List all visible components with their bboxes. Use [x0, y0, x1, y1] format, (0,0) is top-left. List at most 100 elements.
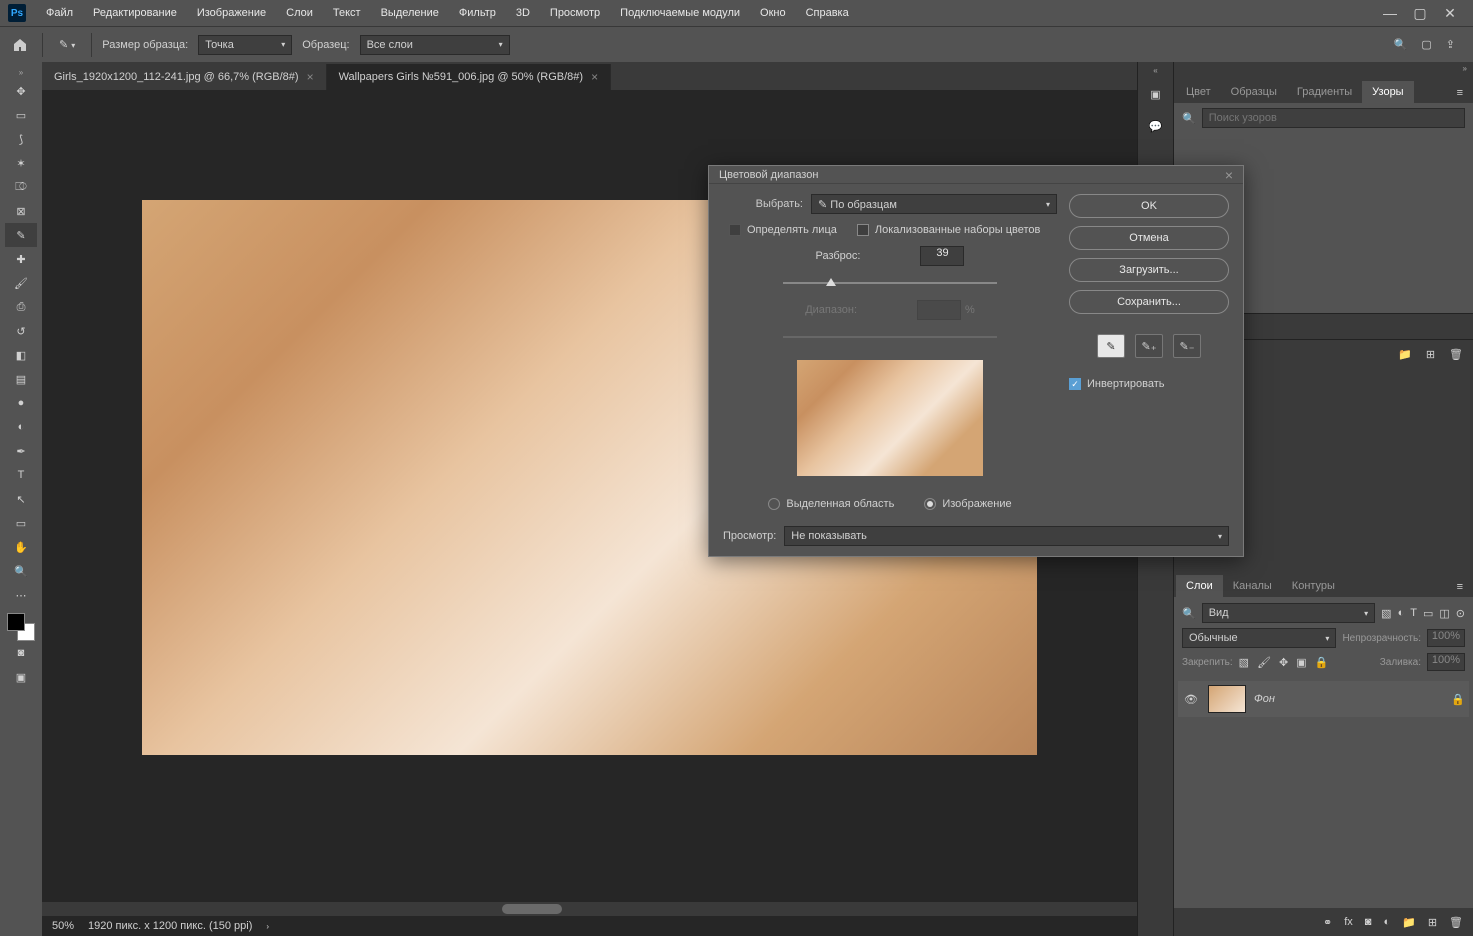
panel-menu-icon[interactable]: ≡ [1449, 83, 1471, 103]
zoom-tool[interactable]: 🔍 [5, 559, 37, 583]
lock-image-icon[interactable]: 🖌 [1257, 656, 1271, 669]
lock-artboard-icon[interactable]: ▣ [1296, 656, 1306, 669]
preview-thumbnail[interactable] [797, 360, 983, 476]
search-icon[interactable]: 🔍 [1394, 38, 1408, 51]
lock-transparency-icon[interactable]: ▧ [1239, 656, 1249, 669]
doc-tab-1[interactable]: Girls_1920x1200_112-241.jpg @ 66,7% (RGB… [42, 64, 327, 90]
workspace-icon[interactable]: ▢ [1421, 38, 1431, 51]
trash-icon[interactable]: 🗑 [1449, 348, 1463, 361]
filter-shape-icon[interactable]: ▭ [1423, 607, 1433, 620]
menu-edit[interactable]: Редактирование [83, 3, 187, 23]
blend-mode-dropdown[interactable]: Обычные▾ [1182, 628, 1336, 648]
menu-select[interactable]: Выделение [371, 3, 449, 23]
opacity-input[interactable]: 100% [1427, 629, 1465, 647]
close-icon[interactable]: × [307, 70, 314, 84]
cancel-button[interactable]: Отмена [1069, 226, 1229, 250]
ok-button[interactable]: OK [1069, 194, 1229, 218]
pattern-search-input[interactable] [1202, 108, 1465, 128]
frame-tool[interactable]: ⊠ [5, 199, 37, 223]
new-icon[interactable]: ⊞ [1426, 348, 1435, 361]
tab-layers[interactable]: Слои [1176, 575, 1223, 597]
toolbar-expand[interactable]: » [17, 66, 25, 79]
tab-gradients[interactable]: Градиенты [1287, 81, 1362, 103]
screen-mode-toggle[interactable]: ▣ [5, 665, 37, 689]
pen-tool[interactable]: ✒ [5, 439, 37, 463]
dialog-close-button[interactable]: × [1225, 167, 1233, 183]
doc-info[interactable]: 1920 пикс. x 1200 пикс. (150 ppi) [88, 920, 252, 932]
lock-all-icon[interactable]: 🔒 [1315, 656, 1329, 669]
fuzziness-slider[interactable] [783, 276, 997, 290]
tab-color[interactable]: Цвет [1176, 81, 1221, 103]
link-layers-icon[interactable]: ⚭ [1323, 916, 1332, 929]
radio-selection[interactable]: Выделенная область [768, 498, 894, 510]
lasso-tool[interactable]: ⟆ [5, 127, 37, 151]
layer-mask-icon[interactable]: ◙ [1365, 916, 1372, 928]
horizontal-scrollbar[interactable] [42, 902, 1137, 916]
filter-smart-icon[interactable]: ◫ [1439, 607, 1449, 620]
invert-checkbox[interactable]: ✓ [1069, 378, 1081, 390]
sample-size-dropdown[interactable]: Точка▾ [198, 35, 292, 55]
group-icon[interactable]: 📁 [1402, 916, 1416, 929]
lock-position-icon[interactable]: ✥ [1279, 656, 1288, 669]
visibility-icon[interactable]: 👁 [1182, 693, 1200, 706]
new-layer-icon[interactable]: ⊞ [1428, 916, 1437, 929]
dodge-tool[interactable]: ◐ [5, 415, 37, 439]
healing-tool[interactable]: ✚ [5, 247, 37, 271]
fill-input[interactable]: 100% [1427, 653, 1465, 671]
path-tool[interactable]: ↖ [5, 487, 37, 511]
color-swatch[interactable] [7, 613, 35, 641]
zoom-level[interactable]: 50% [52, 920, 74, 932]
menu-file[interactable]: Файл [36, 3, 83, 23]
expand-panels[interactable]: « [1153, 66, 1157, 75]
menu-window[interactable]: Окно [750, 3, 796, 23]
filter-icon[interactable]: 🔍 [1182, 607, 1196, 620]
eyedropper-tool-icon[interactable]: ✎ ▾ [53, 38, 81, 51]
marquee-tool[interactable]: ▭ [5, 103, 37, 127]
home-button[interactable] [8, 33, 32, 57]
save-button[interactable]: Сохранить... [1069, 290, 1229, 314]
minimize-button[interactable]: — [1375, 3, 1405, 23]
menu-plugins[interactable]: Подключаемые модули [610, 3, 750, 23]
menu-view[interactable]: Просмотр [540, 3, 610, 23]
eraser-tool[interactable]: ◧ [5, 343, 37, 367]
eyedropper-subtract[interactable]: ✎₋ [1173, 334, 1201, 358]
menu-layer[interactable]: Слои [276, 3, 323, 23]
type-tool[interactable]: T [5, 463, 37, 487]
crop-tool[interactable]: ⎄ [5, 175, 37, 199]
eyedropper-add[interactable]: ✎₊ [1135, 334, 1163, 358]
folder-icon[interactable]: 📁 [1398, 348, 1412, 361]
move-tool[interactable]: ✥ [5, 79, 37, 103]
doc-tab-2[interactable]: Wallpapers Girls №591_006.jpg @ 50% (RGB… [327, 64, 612, 90]
gradient-tool[interactable]: ▤ [5, 367, 37, 391]
filter-pixel-icon[interactable]: ▧ [1381, 607, 1391, 620]
preview-dropdown[interactable]: Не показывать▾ [784, 526, 1229, 546]
history-brush-tool[interactable]: ↺ [5, 319, 37, 343]
layer-filter-dropdown[interactable]: Вид▾ [1202, 603, 1375, 623]
clone-tool[interactable]: ⎙ [5, 295, 37, 319]
layer-style-icon[interactable]: fx [1344, 916, 1353, 928]
tab-paths[interactable]: Контуры [1282, 575, 1345, 597]
hand-tool[interactable]: ✋ [5, 535, 37, 559]
color-panel-icon[interactable]: ▣ [1143, 81, 1169, 107]
sample-dropdown[interactable]: Все слои▾ [360, 35, 510, 55]
layer-item-background[interactable]: 👁 Фон 🔒 [1178, 681, 1469, 717]
filter-adjust-icon[interactable]: ◐ [1398, 607, 1405, 619]
fuzziness-input[interactable]: 39 [920, 246, 964, 266]
load-button[interactable]: Загрузить... [1069, 258, 1229, 282]
select-dropdown[interactable]: ✎ По образцам▾ [811, 194, 1057, 214]
filter-type-icon[interactable]: T [1410, 607, 1417, 619]
localized-checkbox[interactable] [857, 224, 869, 236]
blur-tool[interactable]: ● [5, 391, 37, 415]
radio-image[interactable]: Изображение [924, 498, 1011, 510]
dialog-titlebar[interactable]: Цветовой диапазон × [709, 166, 1243, 184]
share-icon[interactable]: ⇪ [1446, 38, 1455, 51]
layer-thumbnail[interactable] [1208, 685, 1246, 713]
tab-patterns[interactable]: Узоры [1362, 81, 1413, 103]
quick-select-tool[interactable]: ✶ [5, 151, 37, 175]
more-tools[interactable]: ⋯ [5, 583, 37, 607]
tab-channels[interactable]: Каналы [1223, 575, 1282, 597]
layer-name[interactable]: Фон [1254, 693, 1275, 705]
eyedropper-sample[interactable]: ✎ [1097, 334, 1125, 358]
panel-menu-icon[interactable]: ≡ [1449, 577, 1471, 597]
menu-image[interactable]: Изображение [187, 3, 276, 23]
